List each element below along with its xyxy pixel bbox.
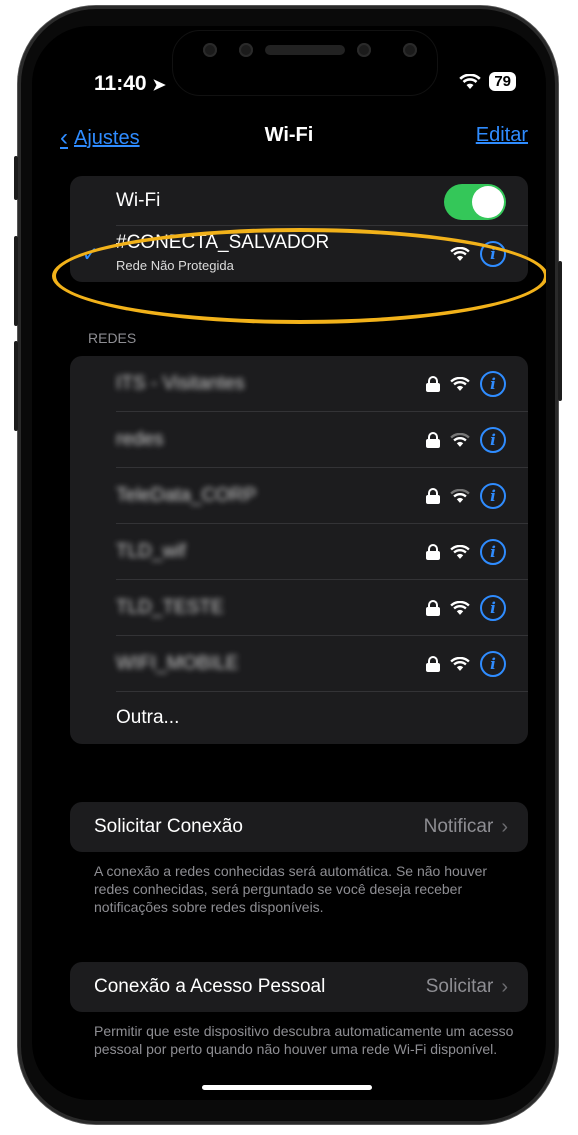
network-icons: i	[426, 595, 506, 621]
edit-button[interactable]: Editar	[476, 124, 528, 147]
info-icon[interactable]: i	[480, 539, 506, 565]
hotspot-label: Conexão a Acesso Pessoal	[94, 976, 326, 997]
status-time: 11:40 ➤	[94, 72, 166, 96]
network-row[interactable]: TLD_TESTE i	[70, 580, 528, 636]
page-title: Wi-Fi	[264, 124, 314, 146]
battery-badge: 79	[489, 72, 516, 91]
power-button	[558, 261, 562, 401]
wifi-signal-icon	[450, 376, 470, 391]
toggle-knob	[472, 186, 504, 218]
network-name: TeleData_CORP	[116, 485, 257, 506]
ask-join-value: Notificar	[423, 816, 494, 837]
info-icon[interactable]: i	[480, 427, 506, 453]
ask-join-row[interactable]: Solicitar Conexão Notificar ›	[70, 802, 528, 852]
wifi-signal-icon	[450, 544, 470, 559]
navigation-bar: ‹ Ajustes Wi-Fi Editar	[32, 122, 546, 152]
info-icon[interactable]: i	[480, 483, 506, 509]
network-row[interactable]: TLD_wif i	[70, 524, 528, 580]
network-name: TLD_wif	[116, 541, 186, 562]
lock-icon	[426, 488, 440, 504]
networks-section-header: REDES	[88, 330, 137, 346]
camera-dot	[203, 43, 217, 57]
lock-icon	[426, 600, 440, 616]
network-name: TLD_TESTE	[116, 597, 224, 618]
volume-up-button	[14, 236, 18, 326]
hotspot-row[interactable]: Conexão a Acesso Pessoal Solicitar ›	[70, 962, 528, 1012]
network-name: ITS - Visitantes	[116, 373, 245, 394]
ask-join-footer: A conexão a redes conhecidas será automá…	[94, 863, 488, 915]
info-icon[interactable]: i	[480, 371, 506, 397]
network-icons: i	[426, 427, 506, 453]
mute-switch	[14, 156, 18, 200]
network-row[interactable]: redes i	[70, 412, 528, 468]
highlight-ellipse	[52, 228, 546, 324]
lock-icon	[426, 376, 440, 392]
speaker	[265, 45, 345, 55]
location-arrow-icon: ➤	[152, 77, 166, 94]
network-icons: i	[426, 371, 506, 397]
wifi-signal-icon	[450, 432, 470, 447]
info-icon[interactable]: i	[480, 651, 506, 677]
network-icons: i	[426, 651, 506, 677]
wifi-toggle[interactable]	[444, 184, 506, 220]
other-network-label: Outra...	[116, 707, 180, 728]
ask-join-detail: Notificar ›	[424, 816, 508, 839]
home-indicator[interactable]	[202, 1085, 372, 1090]
wifi-signal-icon	[450, 600, 470, 615]
network-icons: i	[426, 539, 506, 565]
chevron-right-icon: ›	[501, 815, 508, 838]
network-name: redes	[116, 429, 164, 450]
network-row[interactable]: WIFI_MOBILE i	[70, 636, 528, 692]
info-icon[interactable]: i	[480, 595, 506, 621]
wifi-toggle-label: Wi-Fi	[116, 190, 161, 211]
network-row[interactable]: ITS - Visitantes i	[70, 356, 528, 412]
dynamic-island	[172, 30, 438, 96]
ask-join-label: Solicitar Conexão	[94, 816, 243, 837]
screen: 11:40 ➤ 79 ‹ Ajustes Wi-Fi Editar Wi-Fi …	[32, 26, 546, 1100]
hotspot-value: Solicitar	[425, 976, 494, 997]
wifi-status-icon	[459, 73, 482, 89]
network-icons: i	[426, 483, 506, 509]
status-icons: 79	[459, 72, 516, 91]
wifi-signal-icon	[450, 656, 470, 671]
networks-group: ITS - Visitantes i redes i TeleData_CORP…	[70, 356, 528, 744]
time-text: 11:40	[94, 72, 147, 95]
ask-join-group: Solicitar Conexão Notificar ›	[70, 802, 528, 852]
hotspot-group: Conexão a Acesso Pessoal Solicitar ›	[70, 962, 528, 1012]
camera-dot	[357, 43, 371, 57]
network-name: WIFI_MOBILE	[116, 653, 239, 674]
lock-icon	[426, 432, 440, 448]
wifi-signal-icon	[450, 488, 470, 503]
lock-icon	[426, 544, 440, 560]
chevron-right-icon: ›	[501, 975, 508, 998]
lock-icon	[426, 656, 440, 672]
other-network-row[interactable]: Outra...	[70, 692, 528, 744]
hotspot-footer: Permitir que este dispositivo descubra a…	[94, 1023, 514, 1057]
wifi-toggle-row: Wi-Fi	[70, 176, 528, 226]
volume-down-button	[14, 341, 18, 431]
network-row[interactable]: TeleData_CORP i	[70, 468, 528, 524]
hotspot-detail: Solicitar ›	[426, 976, 508, 999]
camera-dot	[239, 43, 253, 57]
camera-dot	[403, 43, 417, 57]
